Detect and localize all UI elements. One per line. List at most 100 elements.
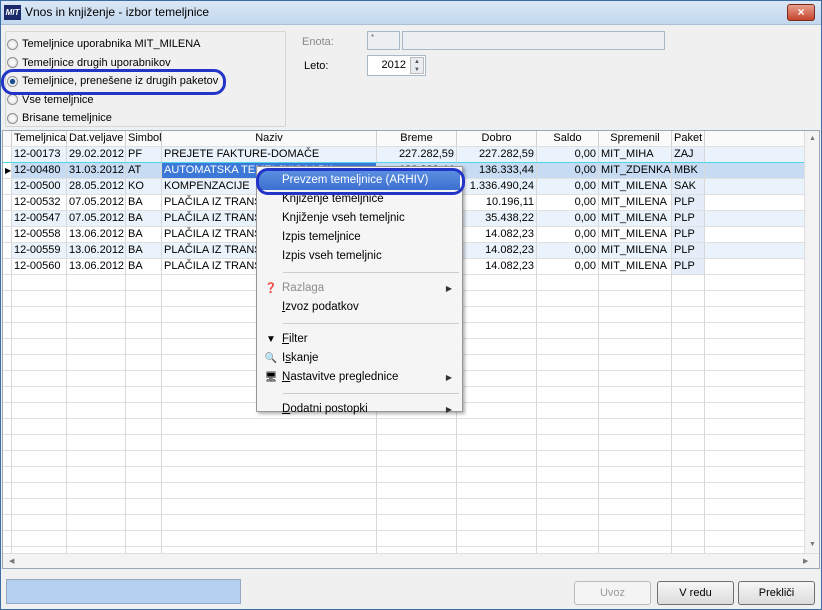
menu-item-iskanje[interactable]: Iskanje 🔍 — [259, 349, 460, 368]
row-indicator[interactable] — [3, 211, 12, 227]
search-icon: 🔍 — [264, 353, 278, 364]
radio-option[interactable]: Brisane temeljnice — [7, 112, 112, 124]
vertical-scrollbar[interactable]: ▲ ▼ — [804, 131, 819, 553]
menu-item-nastavitve-preglednice[interactable]: Nastavitve preglednice 🖥 ▶ — [259, 368, 460, 387]
empty-row[interactable] — [3, 483, 805, 499]
row-indicator[interactable] — [3, 291, 12, 307]
menu-item-izvoz-podatkov[interactable]: Izvoz podatkov — [259, 298, 460, 317]
row-indicator[interactable] — [3, 371, 12, 387]
grid-cell: 12-00558 — [12, 227, 67, 243]
grid-cell — [126, 275, 162, 291]
column-header-paket[interactable]: Paket — [672, 131, 705, 147]
radio-option[interactable]: Vse temeljnice — [7, 94, 94, 106]
empty-row[interactable] — [3, 419, 805, 435]
grid-cell — [705, 163, 805, 179]
row-indicator[interactable] — [3, 307, 12, 323]
close-button[interactable]: × — [787, 4, 815, 21]
enota-name-field[interactable] — [402, 31, 665, 50]
empty-row[interactable] — [3, 515, 805, 531]
menu-item-dodatni-postopki[interactable]: Dodatni postopki ▶ — [259, 400, 460, 419]
uvoz-button[interactable]: Uvoz — [574, 581, 651, 605]
grid-cell — [457, 275, 537, 291]
row-indicator[interactable] — [3, 259, 12, 275]
row-indicator[interactable] — [3, 179, 12, 195]
row-indicator[interactable] — [3, 403, 12, 419]
grid-cell — [457, 499, 537, 515]
grid-cell: 227.282,59 — [377, 147, 457, 163]
column-header-dobro[interactable]: Dobro — [457, 131, 537, 147]
grid-cell — [672, 339, 705, 355]
radio-option[interactable]: Temeljnice uporabnika MIT_MILENA — [7, 38, 201, 50]
column-header-breme[interactable]: Breme — [377, 131, 457, 147]
table-row[interactable]: 12-00173 29.02.2012 PF PREJETE FAKTURE-DOMA… — [3, 147, 805, 163]
column-header-naziv[interactable]: Naziv — [162, 131, 377, 147]
empty-row[interactable] — [3, 531, 805, 547]
grid-cell — [126, 435, 162, 451]
row-indicator[interactable] — [3, 499, 12, 515]
empty-row[interactable] — [3, 435, 805, 451]
horizontal-scrollbar[interactable]: ◀ ▶ — [3, 553, 819, 568]
enota-code-field[interactable]: * — [367, 31, 400, 50]
menu-item-prevzem-temeljnice-arhiv-[interactable]: Prevzem temeljnice (ARHIV) — [259, 171, 460, 190]
row-indicator[interactable] — [3, 355, 12, 371]
row-indicator[interactable] — [3, 243, 12, 259]
row-indicator[interactable] — [3, 323, 12, 339]
row-indicator[interactable] — [3, 339, 12, 355]
empty-row[interactable] — [3, 467, 805, 483]
grid-cell: PREJETE FAKTURE-DOMAČE — [162, 147, 377, 163]
radio-button-icon[interactable] — [7, 112, 18, 124]
row-indicator[interactable]: ▶ — [3, 163, 12, 179]
empty-row[interactable] — [3, 451, 805, 467]
radio-button-icon[interactable] — [7, 57, 18, 68]
radio-button-icon[interactable] — [7, 38, 18, 50]
grid-cell: 12-00560 — [12, 259, 67, 275]
grid-cell: 13.06.2012 — [67, 227, 126, 243]
leto-spinner[interactable]: 2012 ▲ ▼ — [367, 55, 426, 76]
row-indicator[interactable] — [3, 483, 12, 499]
column-header-spremenil[interactable]: Spremenil — [599, 131, 672, 147]
grid-cell — [599, 339, 672, 355]
menu-item-knjiženje-temeljnice[interactable]: Knjiženje temeljnice — [259, 190, 460, 209]
grid-cell — [12, 435, 67, 451]
row-indicator[interactable] — [3, 435, 12, 451]
column-header-simbol[interactable]: Simbol — [126, 131, 162, 147]
grid-cell — [377, 419, 457, 435]
menu-item-knjiženje-vseh-temeljnic[interactable]: Knjiženje vseh temeljnic — [259, 209, 460, 228]
row-indicator[interactable] — [3, 195, 12, 211]
menu-item-razlaga[interactable]: Razlaga ❓ ▶ — [259, 279, 460, 298]
column-header-temeljnica[interactable]: Temeljnica — [12, 131, 67, 147]
scroll-up-icon[interactable]: ▲ — [809, 135, 816, 142]
column-header-saldo[interactable]: Saldo — [537, 131, 599, 147]
grid-cell — [126, 355, 162, 371]
column-header-datveljave[interactable]: Dat.veljave — [67, 131, 126, 147]
radio-option[interactable]: Temeljnice, prenešene iz drugih paketov — [7, 75, 218, 87]
menu-item-filter[interactable]: Filter ▼ — [259, 330, 460, 349]
row-indicator[interactable] — [3, 147, 12, 163]
row-indicator[interactable] — [3, 451, 12, 467]
grid-cell: PLP — [672, 243, 705, 259]
v-redu-button[interactable]: V redu — [657, 581, 734, 605]
spin-arrows-icon[interactable]: ▲ ▼ — [410, 57, 424, 74]
preklici-button[interactable]: Prekliči — [738, 581, 815, 605]
grid-cell — [705, 227, 805, 243]
grid-cell — [599, 323, 672, 339]
grid-cell: 10.196,11 — [457, 195, 537, 211]
scroll-left-icon[interactable]: ◀ — [9, 557, 14, 565]
row-indicator[interactable] — [3, 467, 12, 483]
row-indicator[interactable] — [3, 419, 12, 435]
grid-cell: MIT_MILENA — [599, 259, 672, 275]
radio-option[interactable]: Temeljnice drugih uporabnikov — [7, 57, 171, 69]
row-indicator[interactable] — [3, 531, 12, 547]
row-indicator[interactable] — [3, 227, 12, 243]
row-indicator[interactable] — [3, 275, 12, 291]
empty-row[interactable] — [3, 499, 805, 515]
row-indicator[interactable] — [3, 387, 12, 403]
scroll-right-icon[interactable]: ▶ — [803, 557, 808, 565]
menu-item-izpis-vseh-temeljnic[interactable]: Izpis vseh temeljnic — [259, 247, 460, 266]
row-indicator[interactable] — [3, 515, 12, 531]
grid-cell — [162, 531, 377, 547]
menu-item-izpis-temeljnice[interactable]: Izpis temeljnice — [259, 228, 460, 247]
radio-button-icon[interactable] — [7, 94, 18, 105]
radio-button-icon[interactable] — [7, 75, 18, 87]
scroll-down-icon[interactable]: ▼ — [809, 541, 816, 548]
